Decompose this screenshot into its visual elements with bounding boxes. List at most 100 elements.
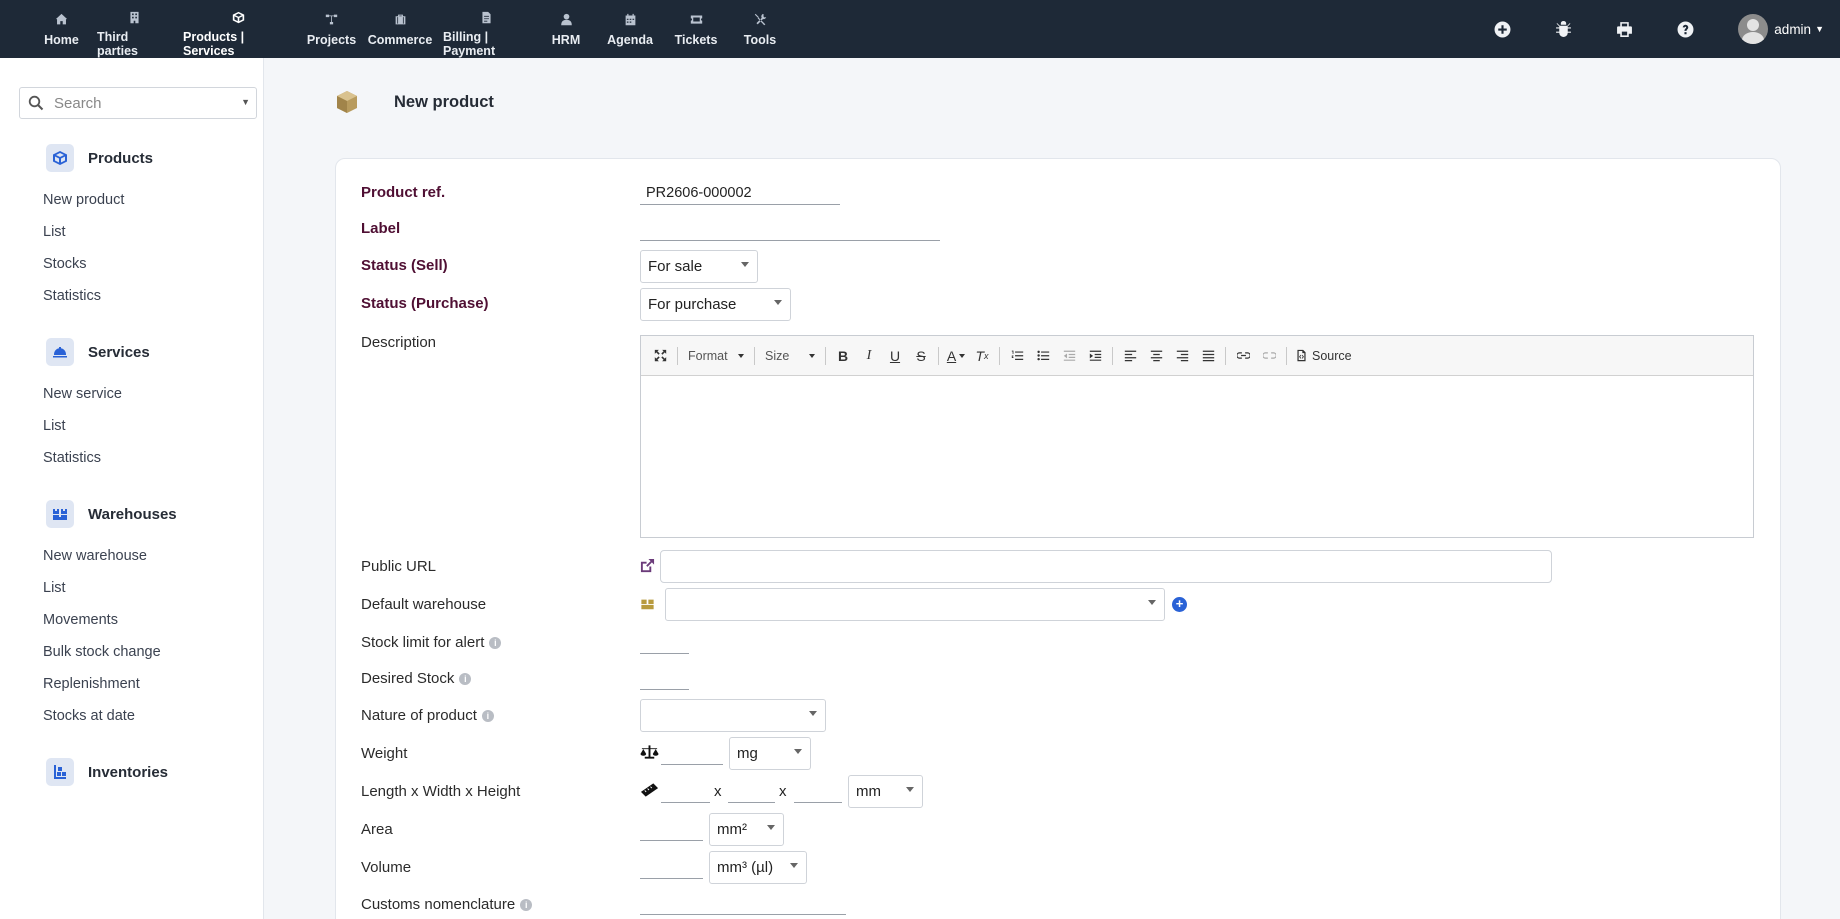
source-button[interactable]: Source — [1291, 345, 1356, 367]
menu-section-inventories: Inventories — [0, 756, 264, 788]
numbered-list-button[interactable] — [1004, 345, 1030, 367]
stock-limit-input[interactable] — [640, 630, 689, 654]
area-unit-select[interactable]: mm² — [709, 813, 784, 846]
menu-item-new-warehouse[interactable]: New warehouse — [43, 540, 264, 572]
nav-home[interactable]: Home — [32, 0, 91, 58]
volume-input[interactable] — [640, 855, 703, 879]
nav-tickets[interactable]: Tickets — [663, 0, 729, 58]
quick-add-button[interactable] — [1472, 0, 1533, 58]
menu-item-new-service[interactable]: New service — [43, 378, 264, 410]
invoice-icon — [478, 11, 494, 24]
text-color-button[interactable]: A — [943, 345, 969, 367]
status-purchase-select[interactable]: For purchase — [640, 288, 791, 321]
product-ref-input[interactable] — [640, 181, 840, 205]
tools-icon — [752, 11, 768, 27]
question-circle-icon — [1677, 21, 1694, 37]
bulleted-list-button[interactable] — [1030, 345, 1056, 367]
chevron-down-icon — [794, 749, 802, 754]
link-button[interactable] — [1230, 345, 1256, 367]
default-warehouse-select[interactable] — [665, 588, 1165, 621]
label-input[interactable] — [640, 217, 940, 241]
main-nav: Home Third parties Products | Services P… — [32, 0, 791, 58]
nav-commerce[interactable]: Commerce — [363, 0, 437, 58]
print-button[interactable] — [1594, 0, 1655, 58]
menu-head-warehouses[interactable]: Warehouses — [0, 498, 264, 530]
justify-button[interactable] — [1195, 345, 1221, 367]
format-combo[interactable]: Format — [682, 345, 750, 367]
desired-stock-input[interactable] — [640, 666, 689, 690]
format-combo-label: Format — [688, 348, 728, 363]
menu-head-inventories[interactable]: Inventories — [0, 756, 264, 788]
menu-title-products: Products — [88, 149, 154, 167]
nav-third-parties[interactable]: Third parties — [91, 0, 177, 58]
help-button[interactable] — [1655, 0, 1716, 58]
underline-button[interactable]: U — [882, 345, 908, 367]
align-center-icon — [1150, 350, 1162, 362]
editor-body[interactable] — [641, 376, 1753, 537]
menu-item-bulk-stock-change[interactable]: Bulk stock change — [43, 636, 264, 668]
align-right-button[interactable] — [1169, 345, 1195, 367]
align-right-icon — [1176, 350, 1188, 362]
length-input[interactable] — [661, 779, 710, 803]
building-icon — [126, 11, 142, 24]
dimensions-unit-select[interactable]: mm — [848, 775, 923, 808]
size-combo[interactable]: Size — [759, 345, 821, 367]
dimensions-label: Length x Width x Height — [361, 783, 521, 800]
outdent-button[interactable] — [1056, 345, 1082, 367]
menu-item-movements[interactable]: Movements — [43, 604, 264, 636]
bug-icon — [1556, 20, 1572, 37]
description-editor: Format Size B I U S A Tx Source — [640, 335, 1754, 538]
weight-unit-select[interactable]: mg — [729, 737, 811, 770]
customs-label-text: Customs nomenclature — [361, 896, 516, 913]
menu-head-services[interactable]: Services — [0, 336, 264, 368]
nav-products-services[interactable]: Products | Services — [177, 0, 300, 58]
menu-item-products-statistics[interactable]: Statistics — [43, 280, 264, 312]
maximize-button[interactable] — [647, 345, 673, 367]
menu-head-products[interactable]: Products — [0, 142, 264, 174]
menu-item-new-product[interactable]: New product — [43, 184, 264, 216]
bug-report-button[interactable] — [1533, 0, 1594, 58]
public-url-input[interactable] — [660, 550, 1552, 583]
nav-projects-label: Projects — [306, 33, 357, 47]
add-warehouse-button[interactable]: + — [1172, 597, 1187, 612]
search-input[interactable] — [54, 94, 224, 112]
user-menu[interactable]: admin ▼ — [1716, 0, 1840, 58]
status-sell-select[interactable]: For sale — [640, 250, 758, 283]
height-input[interactable] — [794, 779, 842, 803]
info-icon: i — [520, 899, 533, 911]
menu-item-warehouses-list[interactable]: List — [43, 572, 264, 604]
menu-item-services-list[interactable]: List — [43, 410, 264, 442]
italic-button[interactable]: I — [856, 345, 882, 367]
customs-input[interactable] — [640, 891, 846, 915]
volume-unit-select[interactable]: mm³ (µl) — [709, 851, 807, 884]
search-dropdown-icon[interactable]: ▼ — [241, 97, 250, 107]
chevron-down-icon — [809, 353, 815, 358]
unlink-button[interactable] — [1256, 345, 1282, 367]
nature-select[interactable] — [640, 699, 826, 732]
chevron-down-icon — [906, 787, 914, 792]
menu-item-services-statistics[interactable]: Statistics — [43, 442, 264, 474]
strikethrough-button[interactable]: S — [908, 345, 934, 367]
product-form-card — [335, 158, 1781, 919]
area-input[interactable] — [640, 817, 703, 841]
menu-item-stocks[interactable]: Stocks — [43, 248, 264, 280]
nav-agenda[interactable]: Agenda — [597, 0, 663, 58]
stock-limit-label-text: Stock limit for alert — [361, 634, 485, 651]
indent-button[interactable] — [1082, 345, 1108, 367]
align-center-button[interactable] — [1143, 345, 1169, 367]
bold-button[interactable]: B — [830, 345, 856, 367]
remove-format-button[interactable]: Tx — [969, 345, 995, 367]
nav-billing-payment[interactable]: Billing | Payment — [437, 0, 535, 58]
menu-item-replenishment[interactable]: Replenishment — [43, 668, 264, 700]
weight-input[interactable] — [661, 741, 723, 765]
nav-tools[interactable]: Tools — [729, 0, 791, 58]
menu-item-stocks-at-date[interactable]: Stocks at date — [43, 700, 264, 732]
avatar — [1738, 14, 1769, 44]
volume-label: Volume — [361, 859, 412, 876]
align-left-button[interactable] — [1117, 345, 1143, 367]
width-input[interactable] — [728, 779, 775, 803]
nav-projects[interactable]: Projects — [300, 0, 363, 58]
menu-item-products-list[interactable]: List — [43, 216, 264, 248]
nav-hrm[interactable]: HRM — [535, 0, 597, 58]
bulleted-list-icon — [1036, 350, 1049, 361]
